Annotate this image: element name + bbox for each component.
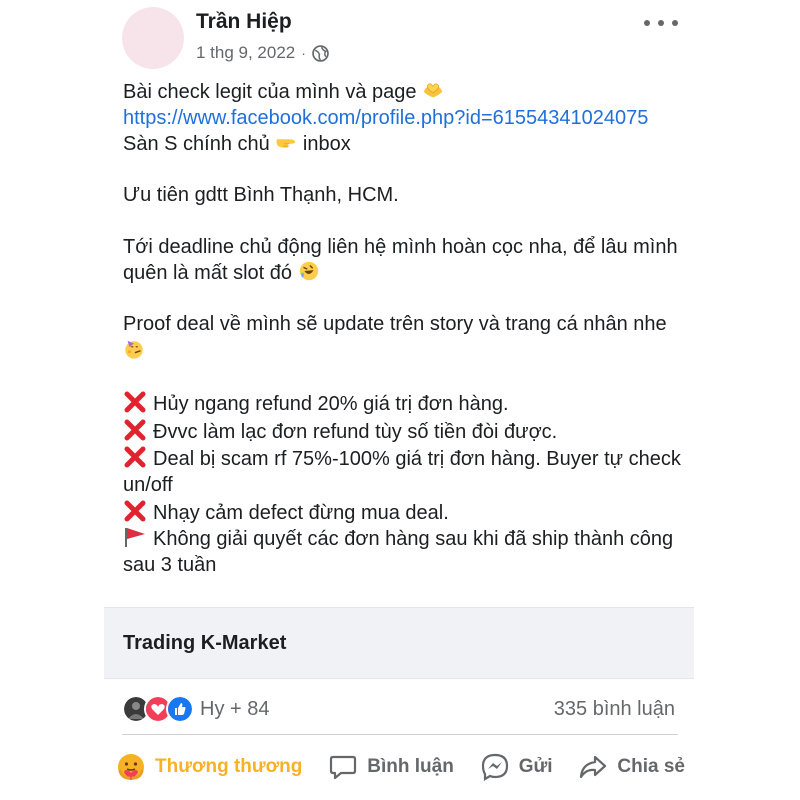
post-line: Sàn S chính chủ inbox: [123, 133, 351, 156]
comments-count[interactable]: 335 bình luận: [554, 698, 675, 721]
post-meta: 1 thg 9, 2022 ·: [196, 43, 329, 63]
pointing-right-emoji: [276, 139, 296, 148]
reaction-summary[interactable]: Hy + 84: [122, 695, 269, 723]
comment-icon: [330, 755, 357, 780]
send-label: Gửi: [518, 756, 553, 777]
group-name[interactable]: Trading K-Market: [123, 632, 286, 655]
rofl-emoji: [299, 261, 318, 281]
comment-label: Bình luận: [367, 756, 454, 777]
more-options-button[interactable]: [644, 13, 678, 33]
partying-face-emoji: [125, 340, 143, 359]
reaction-count: Hy + 84: [200, 697, 270, 720]
care-reaction-icon: [118, 754, 144, 780]
action-bar: Thương thương Bình luận Gửi Chia sẻ: [115, 748, 685, 786]
send-button[interactable]: Gửi: [479, 751, 553, 783]
rule-line: Nhạy cảm defect đừng mua deal.: [123, 499, 693, 527]
share-button[interactable]: Chia sẻ: [577, 751, 685, 783]
dot-icon: [658, 20, 664, 26]
facebook-post: Trần Hiệp 1 thg 9, 2022 · Bài check legi…: [0, 0, 800, 800]
divider: [122, 734, 678, 735]
profile-link[interactable]: https://www.facebook.com/profile.php?id=…: [123, 107, 648, 129]
messenger-icon: [481, 753, 508, 781]
red-flag-emoji: [125, 528, 145, 548]
profile-link-line: https://www.facebook.com/profile.php?id=…: [123, 106, 693, 132]
like-reaction-icon: [166, 695, 194, 723]
heart-hands-emoji: [423, 83, 443, 98]
cross-mark-emoji: [124, 446, 146, 468]
globe-icon: [312, 44, 329, 62]
react-label: Thương thương: [155, 756, 303, 777]
rule-line: Không giải quyết các đơn hàng sau khi đã…: [123, 528, 674, 576]
share-icon: [580, 755, 607, 779]
author-name[interactable]: Trần Hiệp: [196, 10, 292, 34]
cross-mark-emoji: [124, 419, 146, 441]
share-label: Chia sẻ: [617, 756, 685, 777]
cross-mark-emoji: [124, 391, 146, 413]
react-button[interactable]: Thương thương: [115, 751, 302, 783]
post-date[interactable]: 1 thg 9, 2022: [196, 43, 295, 63]
post-line: Tới deadline chủ động liên hệ mình hoàn …: [123, 235, 678, 285]
dot-icon: [672, 20, 678, 26]
post-line: Bài check legit của mình và page: [123, 79, 693, 106]
rule-line: Đvvc làm lạc đơn refund tùy số tiền đòi …: [123, 418, 693, 446]
post-line: Ưu tiên gdtt Bình Thạnh, HCM.: [123, 184, 399, 207]
comment-button[interactable]: Bình luận: [327, 751, 454, 783]
post-line: Proof deal về mình sẽ update trên story …: [123, 312, 693, 364]
cross-mark-emoji: [124, 500, 146, 521]
post-body: Bài check legit của mình và page https:/…: [123, 79, 693, 578]
rule-line: Deal bị scam rf 75%-100% giá trị đơn hàn…: [123, 445, 693, 498]
meta-separator: ·: [301, 45, 306, 61]
group-attachment[interactable]: Trading K-Market: [104, 607, 694, 679]
author-avatar[interactable]: [122, 7, 184, 69]
rule-line: Hủy ngang refund 20% giá trị đơn hàng.: [123, 390, 693, 418]
dot-icon: [644, 20, 650, 26]
